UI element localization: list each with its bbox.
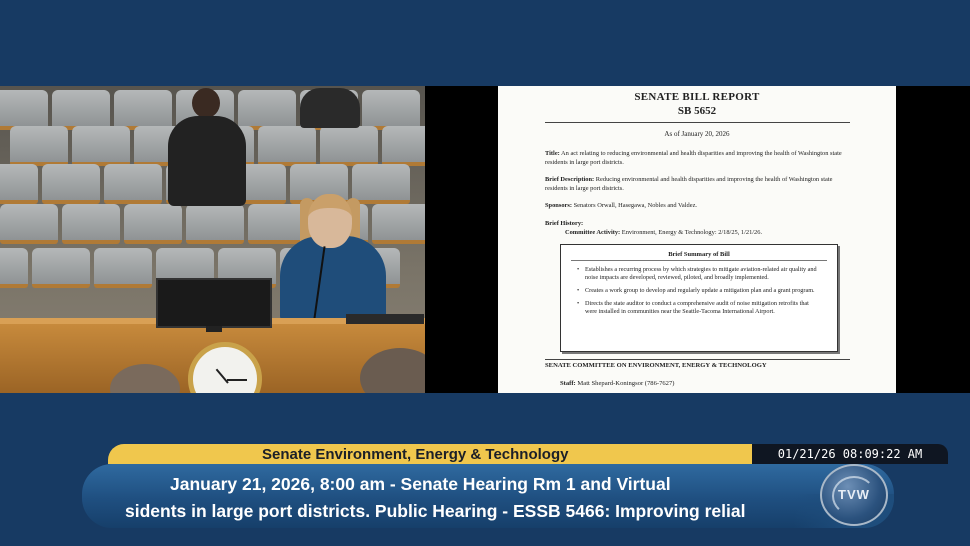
- staff-line: Staff: Matt Shepard-Koningsor (786-7627): [560, 380, 674, 387]
- committee-activity-text: Environment, Energy & Technology: 2/18/2…: [621, 228, 763, 236]
- doc-title: SENATE BILL REPORT: [634, 91, 760, 103]
- summary-bullet: Directs the state auditor to conduct a c…: [577, 300, 821, 316]
- sponsors-text: Senators Orwall, Hasegawa, Nobles and Va…: [573, 202, 698, 209]
- broadcast-timestamp: 01/21/26 08:09:22 AM: [752, 444, 948, 464]
- session-info-bar: January 21, 2026, 8:00 am - Senate Heari…: [82, 464, 894, 528]
- summary-bullet: Establishes a recurring process by which…: [577, 266, 821, 282]
- brief-history-label: Brief History:: [545, 220, 584, 227]
- doc-title-section: Title: An act relating to reducing envir…: [545, 150, 855, 167]
- audience-member-head: [192, 88, 220, 118]
- bill-report-page: SENATE BILL REPORT SB 5652 As of January…: [498, 86, 896, 393]
- hearing-room-camera-feed: [0, 86, 425, 393]
- video-frame: SENATE BILL REPORT SB 5652 As of January…: [0, 86, 970, 393]
- doc-brief-description: Brief Description: Reducing environmenta…: [545, 176, 855, 193]
- doc-sponsors: Sponsors: Senators Orwall, Hasegawa, Nob…: [545, 202, 855, 211]
- title-text: An act relating to reducing environmenta…: [545, 150, 842, 166]
- tvw-logo-text: TVW: [838, 487, 870, 502]
- committee-title-bar: Senate Environment, Energy & Technology: [108, 444, 758, 464]
- doc-as-of: As of January 20, 2026: [664, 130, 730, 138]
- summary-title: Brief Summary of Bill: [668, 251, 730, 258]
- session-line: January 21, 2026, 8:00 am - Senate Heari…: [170, 474, 671, 494]
- doc-rule: [545, 122, 850, 123]
- sponsors-label: Sponsors:: [545, 202, 572, 209]
- monitor-stand: [206, 326, 222, 332]
- brief-summary-box: Brief Summary of Bill Establishes a recu…: [560, 244, 838, 352]
- seat-row-4: [0, 204, 425, 244]
- clock-hour-hand: [215, 368, 229, 384]
- clock-minute-hand: [227, 379, 247, 381]
- committee-heading: SENATE COMMITTEE ON ENVIRONMENT, ENERGY …: [545, 362, 767, 369]
- committee-activity-label: Committee Activity:: [565, 228, 621, 236]
- top-letterbox: [0, 0, 970, 86]
- witness-head: [308, 194, 352, 248]
- doc-rule: [545, 359, 850, 360]
- agenda-crawl: sidents in large port districts. Public …: [125, 501, 746, 521]
- document-panel: SENATE BILL REPORT SB 5652 As of January…: [425, 86, 970, 393]
- doc-bill-number: SB 5652: [677, 105, 717, 117]
- audience-member-with-laptop: [168, 116, 246, 206]
- summary-bullet: Creates a work group to develop and regu…: [577, 287, 821, 295]
- tvw-logo: TVW: [820, 464, 888, 526]
- keyboard: [346, 314, 424, 324]
- staff-text: Matt Shepard-Koningsor (786-7627): [577, 380, 675, 387]
- title-label: Title:: [545, 150, 560, 157]
- summary-rule: [571, 260, 827, 261]
- brief-description-label: Brief Description:: [545, 176, 595, 183]
- committee-activity-line: Committee Activity: Environment, Energy …: [545, 229, 855, 238]
- desk-monitor: [156, 278, 272, 328]
- audience-member-back: [300, 88, 360, 128]
- doc-brief-history: Brief History: Committee Activity: Envir…: [545, 220, 855, 237]
- staff-label: Staff:: [560, 380, 576, 387]
- testifying-witness: [280, 236, 386, 322]
